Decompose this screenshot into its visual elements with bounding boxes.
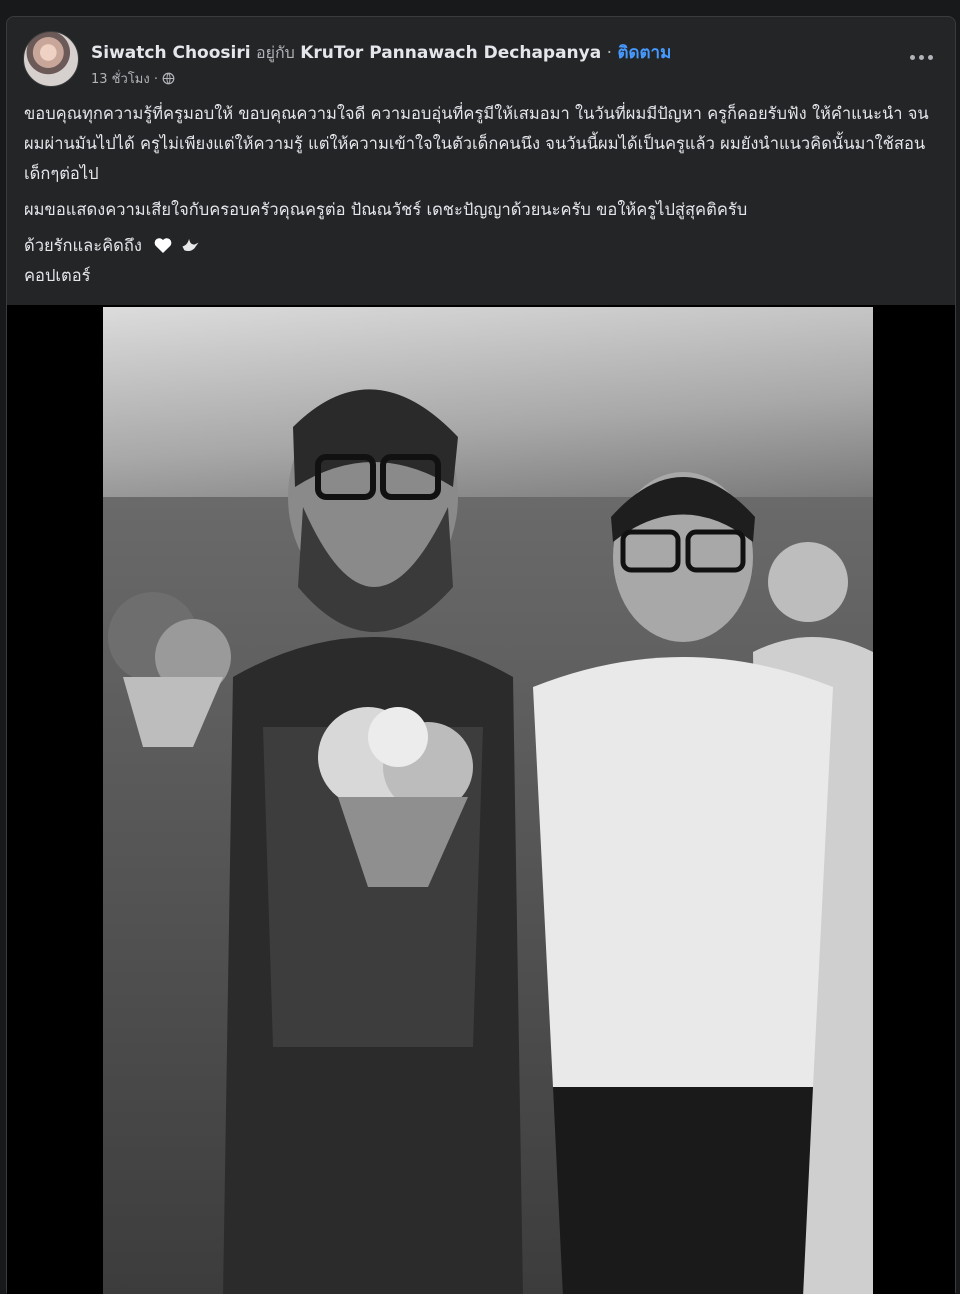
post-photo[interactable] [103,307,873,1294]
photo-bouquet-center [318,707,473,887]
photo-bouquet-left [108,592,231,747]
post-meta: 13 ชั่วโมง · [91,68,175,89]
author-line: Siwatch Choosiri อยู่กับ KruTor Pannawac… [91,39,671,66]
more-icon-dot [927,54,933,60]
tagged-name[interactable]: KruTor Pannawach Dechapanya [300,43,601,63]
photo-container[interactable] [7,305,955,1294]
post-text: ขอบคุณทุกความรู้ที่ครูมอบให้ ขอบคุณความใ… [24,99,942,291]
more-icon-dot [918,54,924,60]
globe-icon [162,72,175,85]
author-name[interactable]: Siwatch Choosiri [91,43,251,63]
closing-paragraph: ด้วยรักและคิดถึง [24,231,942,261]
dove-icon [182,238,199,251]
post-header: Siwatch Choosiri อยู่กับ KruTor Pannawac… [23,31,939,89]
paragraph-2: ผมขอแสดงความเสียใจกับครอบครัวคุณครูต่อ ป… [24,200,748,219]
post-time[interactable]: 13 ชั่วโมง · [91,68,158,89]
signature: คอปเตอร์ [24,266,91,285]
paragraph-1: ขอบคุณทุกความรู้ที่ครูมอบให้ ขอบคุณความใ… [24,104,929,183]
photo-person-right [533,472,833,1294]
with-label: อยู่กับ [255,43,295,62]
follow-button[interactable]: ติดตาม [617,43,671,63]
more-icon [909,54,915,60]
post-card: Siwatch Choosiri อยู่กับ KruTor Pannawac… [6,16,956,1294]
separator-dot: · [606,43,613,63]
closing-line: ด้วยรักและคิดถึง [24,236,142,255]
author-avatar[interactable] [23,31,79,87]
heart-icon [154,238,172,254]
more-options-button[interactable] [903,39,939,75]
